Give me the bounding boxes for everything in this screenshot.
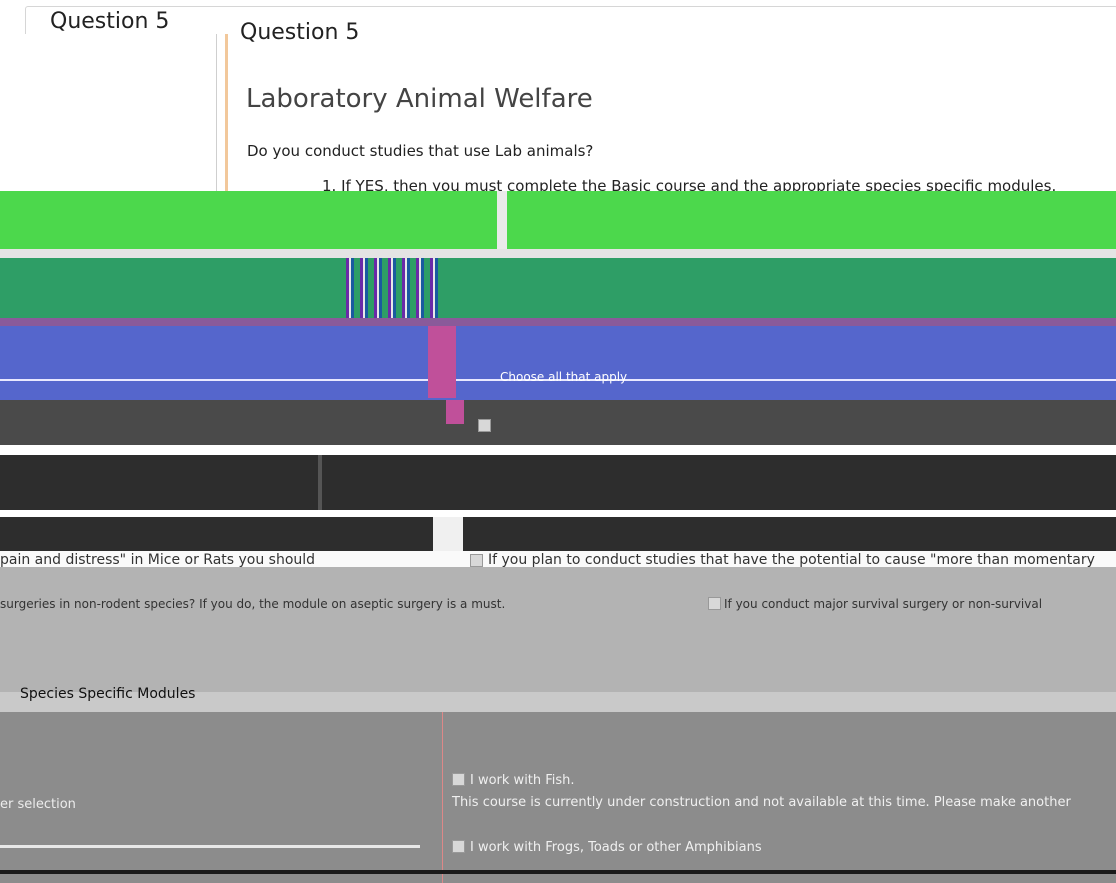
fish-checkbox[interactable] [452, 773, 465, 786]
question-header-bar [25, 6, 1116, 35]
conduct-studies-option[interactable]: If you plan to conduct studies that have… [488, 552, 1095, 568]
column-divider [216, 34, 217, 194]
glitch-band-light-grey [0, 567, 1116, 692]
question-text: Do you conduct studies that use Lab anim… [247, 142, 594, 160]
glitch-band-teal [0, 258, 1116, 318]
glitch-separator [0, 318, 1116, 326]
accent-divider [225, 34, 228, 194]
glitch-band-blue [0, 326, 1116, 400]
surgery-question-text: surgeries in non-rodent species? If you … [0, 597, 506, 611]
fish-note: This course is currently under construct… [452, 795, 1071, 810]
glitch-band-green [0, 191, 1116, 249]
option-checkbox-pain[interactable] [470, 554, 483, 567]
bottom-dark-rule [0, 870, 1116, 874]
pain-distress-text: pain and distress" in Mice or Rats you s… [0, 552, 316, 568]
species-divider [442, 712, 443, 883]
frogs-checkbox[interactable] [452, 840, 465, 853]
glitch-band-dark-2 [0, 517, 1116, 551]
option-checkbox-1[interactable] [478, 419, 491, 432]
glitch-pink-small [446, 400, 464, 424]
question-title: Question 5 [50, 9, 170, 34]
glitch-stripes [340, 258, 438, 318]
glitch-pink-block [428, 326, 456, 398]
choose-all-label: Choose all that apply [500, 370, 628, 384]
frogs-option-label[interactable]: I work with Frogs, Toads or other Amphib… [470, 840, 762, 855]
left-column [0, 34, 218, 184]
glitch-line-band [0, 249, 1116, 258]
fish-option-label[interactable]: I work with Fish. [470, 773, 575, 788]
glitch-notch [433, 517, 463, 551]
section-heading: Laboratory Animal Welfare [246, 84, 593, 114]
option-checkbox-surgery[interactable] [708, 597, 721, 610]
species-heading: Species Specific Modules [20, 686, 196, 702]
glitch-band-grey [0, 400, 1116, 445]
glitch-divider [497, 191, 507, 249]
glitch-dark-divider [318, 455, 322, 510]
question-title-overlap: Question 5 [240, 20, 360, 45]
glitch-band-dark [0, 455, 1116, 510]
selection-text: er selection [0, 797, 76, 812]
bottom-rule [0, 845, 420, 848]
surgery-option[interactable]: If you conduct major survival surgery or… [724, 597, 1042, 611]
